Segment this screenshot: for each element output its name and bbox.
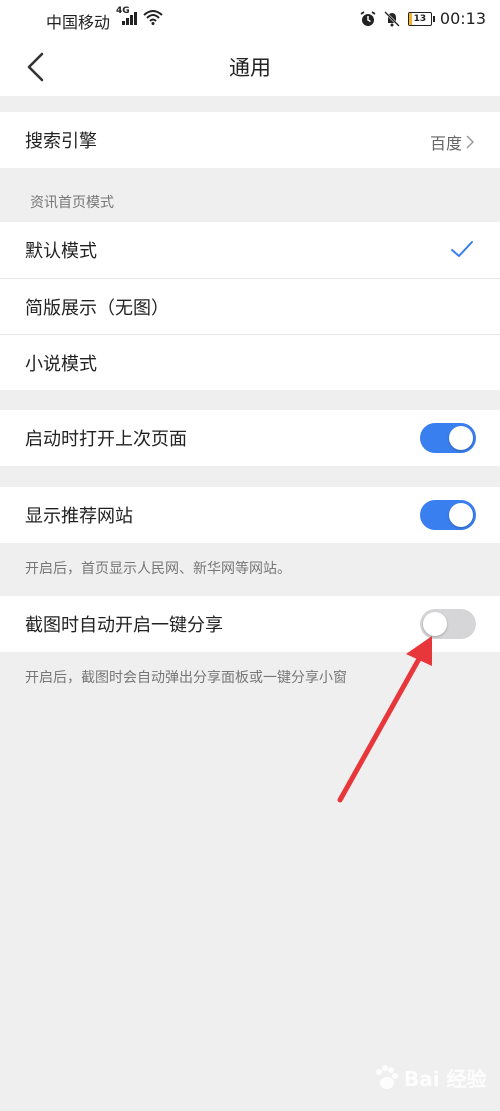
alarm-icon <box>360 10 376 26</box>
mute-icon <box>384 10 400 27</box>
show-sites-toggle[interactable] <box>420 500 476 530</box>
carrier-name: 中国移动 <box>46 13 111 32</box>
screenshot-share-caption: 开启后，截图时会自动弹出分享面板或一键分享小窗 <box>25 670 347 686</box>
paw-logo-icon <box>376 1064 398 1089</box>
signal-icon <box>122 11 138 25</box>
open-last-page-section: 启动时打开上次页面 <box>0 410 500 466</box>
baidu-jingyan-watermark: Bai 经验 <box>372 1063 487 1092</box>
toggle-knob <box>449 503 473 527</box>
news-mode-option-label: 小说模式 <box>25 353 97 375</box>
search-engine-row[interactable]: 搜索引擎 百度 <box>0 112 500 168</box>
header: 通用 <box>0 38 500 96</box>
search-engine-section: 搜索引擎 百度 <box>0 112 500 168</box>
search-engine-value: 百度 <box>429 134 462 153</box>
news-mode-option-simple[interactable]: 简版展示（无图） <box>0 278 500 334</box>
annotation-arrow-icon <box>337 636 432 803</box>
open-last-page-toggle[interactable] <box>420 423 476 453</box>
open-last-page-row: 启动时打开上次页面 <box>0 410 500 466</box>
news-mode-option-novel[interactable]: 小说模式 <box>0 334 500 390</box>
wifi-icon <box>143 10 163 25</box>
news-mode-option-default[interactable]: 默认模式 <box>0 222 500 278</box>
open-last-page-label: 启动时打开上次页面 <box>25 429 187 450</box>
search-engine-value-wrap: 百度 <box>430 130 474 154</box>
show-sites-caption: 开启后，首页显示人民网、新华网等网站。 <box>25 561 291 577</box>
page-title: 通用 <box>229 56 271 80</box>
news-mode-section-label: 资讯首页模式 <box>30 195 114 211</box>
clock: 00:13 <box>439 9 486 28</box>
news-mode-option-label: 默认模式 <box>25 241 97 262</box>
checkmark-icon <box>451 241 473 257</box>
battery-fill <box>408 12 412 25</box>
status-bar: 中国移动 4G 13 00:13 <box>0 0 500 38</box>
watermark-text: Bai 经验 <box>404 1067 487 1091</box>
show-sites-label: 显示推荐网站 <box>25 506 133 527</box>
battery-level: 13 <box>413 13 427 24</box>
show-sites-row: 显示推荐网站 <box>0 487 500 543</box>
news-mode-section: 默认模式 简版展示（无图） 小说模式 <box>0 222 500 390</box>
battery-icon: 13 <box>407 11 435 26</box>
show-sites-section: 显示推荐网站 <box>0 487 500 543</box>
chevron-right-icon <box>466 135 474 149</box>
search-engine-label: 搜索引擎 <box>25 131 97 152</box>
screenshot-share-label: 截图时自动开启一键分享 <box>25 615 223 636</box>
toggle-knob <box>449 426 473 450</box>
news-mode-option-label: 简版展示（无图） <box>25 297 169 319</box>
